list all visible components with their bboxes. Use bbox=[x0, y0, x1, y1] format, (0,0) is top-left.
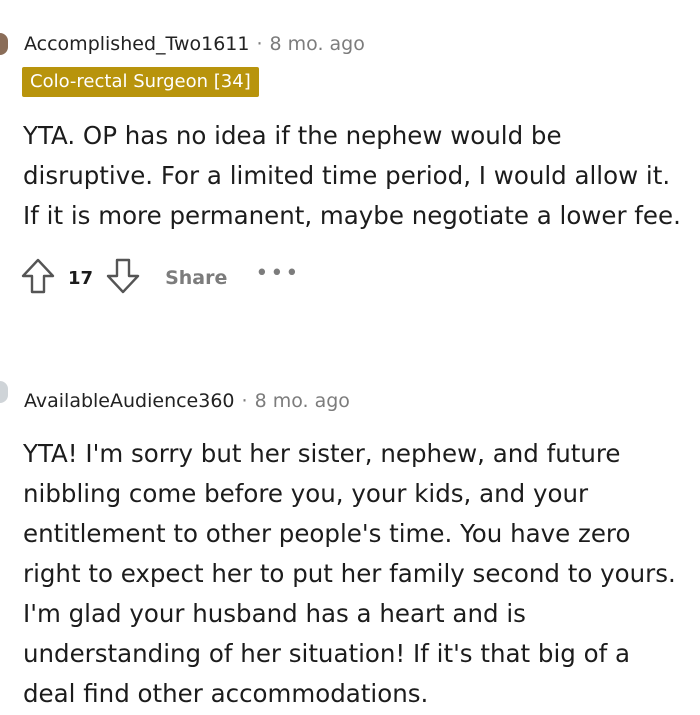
comment-body: YTA. OP has no idea if the nephew would … bbox=[23, 116, 698, 236]
comment-body: YTA! I'm sorry but her sister, nephew, a… bbox=[23, 434, 698, 714]
meta-separator: · bbox=[256, 33, 263, 55]
upvote-button[interactable] bbox=[20, 258, 56, 298]
more-options-button[interactable]: ••• bbox=[255, 263, 300, 285]
share-button[interactable]: Share bbox=[165, 267, 227, 289]
comment-body-line: understanding of her situation! If it's … bbox=[23, 639, 631, 668]
meta-separator: · bbox=[241, 390, 248, 412]
comment-body-line: nibbling come before you, your kids, and… bbox=[23, 479, 589, 508]
comment-body-line: deal find other accommodations. bbox=[23, 679, 429, 708]
username[interactable]: AvailableAudience360 bbox=[24, 390, 235, 412]
comment-body-line: YTA. OP has no idea if the nephew would … bbox=[23, 121, 562, 150]
timestamp[interactable]: 8 mo. ago bbox=[270, 33, 365, 55]
comment-body-line: disruptive. For a limited time period, I… bbox=[23, 161, 671, 190]
comment-body-line: entitlement to other people's time. You … bbox=[23, 519, 631, 548]
timestamp[interactable]: 8 mo. ago bbox=[255, 390, 350, 412]
comment-actions: 17 Share ••• bbox=[20, 258, 300, 298]
comment-body-line: right to expect her to put her family se… bbox=[23, 559, 676, 588]
comment-meta: AvailableAudience360 · 8 mo. ago bbox=[24, 390, 350, 412]
username[interactable]: Accomplished_Two1611 bbox=[24, 33, 249, 55]
downvote-button[interactable] bbox=[105, 258, 141, 298]
comment-body-line: I'm glad your husband has a heart and is bbox=[23, 599, 526, 628]
vote-count: 17 bbox=[68, 267, 94, 289]
upvote-arrow-icon bbox=[21, 258, 55, 298]
avatar[interactable] bbox=[0, 381, 8, 403]
comment-body-line: If it is more permanent, maybe negotiate… bbox=[23, 201, 681, 230]
user-flair: Colo-rectal Surgeon [34] bbox=[22, 67, 259, 97]
comment-body-line: YTA! I'm sorry but her sister, nephew, a… bbox=[23, 439, 621, 468]
comment-meta: Accomplished_Two1611 · 8 mo. ago bbox=[24, 33, 365, 55]
downvote-arrow-icon bbox=[106, 258, 140, 298]
avatar[interactable] bbox=[0, 33, 8, 55]
